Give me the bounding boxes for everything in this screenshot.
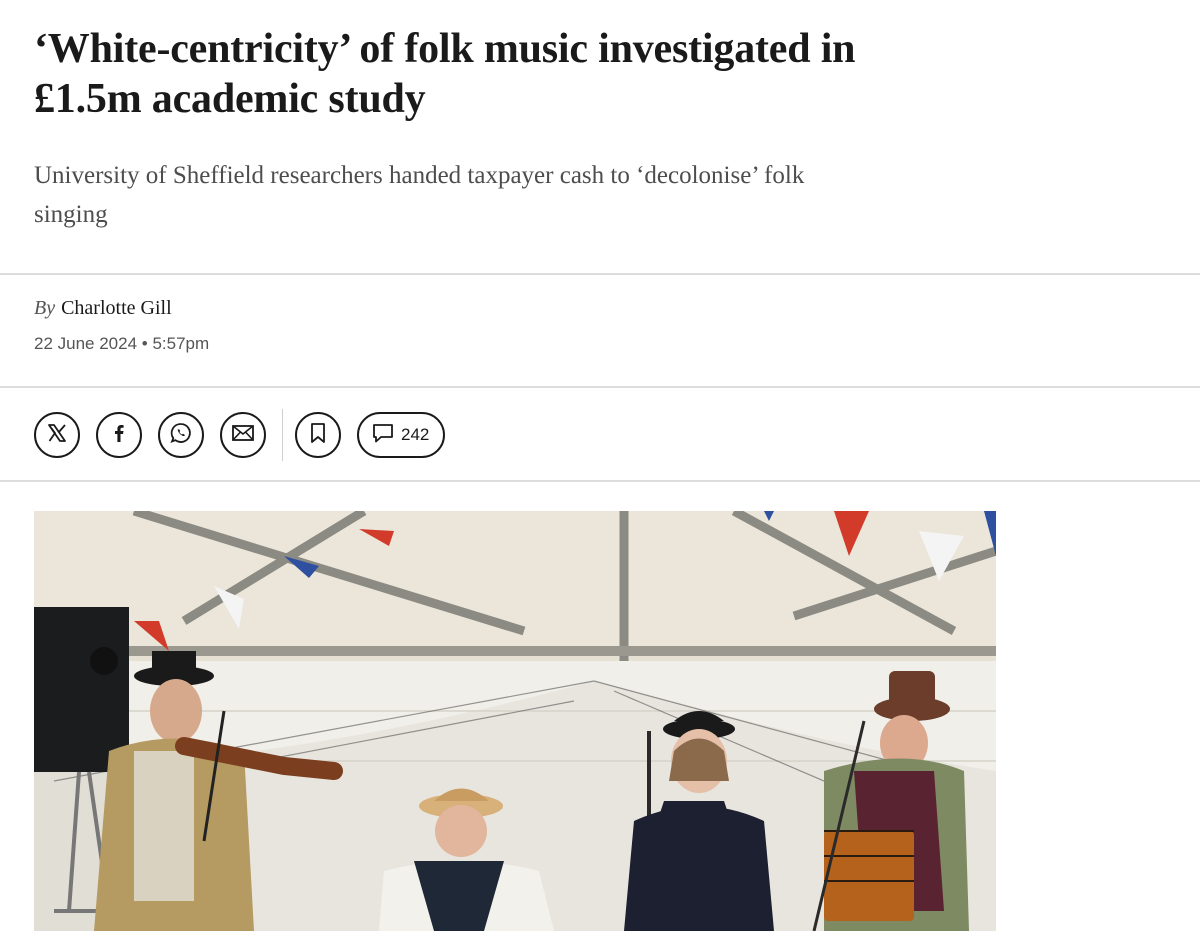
comment-icon xyxy=(371,422,395,449)
bookmark-button[interactable] xyxy=(295,412,341,458)
article-photo[interactable] xyxy=(34,511,996,931)
folk-band-photo xyxy=(34,511,996,931)
email-icon xyxy=(231,423,255,448)
share-x-button[interactable] xyxy=(34,412,80,458)
bookmark-icon xyxy=(309,422,327,449)
share-facebook-button[interactable] xyxy=(96,412,142,458)
divider-bottom xyxy=(0,480,1200,482)
share-whatsapp-button[interactable] xyxy=(158,412,204,458)
share-separator xyxy=(282,409,283,461)
divider-middle xyxy=(0,386,1200,388)
publish-date: 22 June 2024 • 5:57pm xyxy=(34,334,209,354)
article-headline: ‘White-centricity’ of folk music investi… xyxy=(34,24,994,124)
author-link[interactable]: Charlotte Gill xyxy=(61,297,172,319)
time-text: 5:57pm xyxy=(152,334,210,353)
standfirst-line-1: University of Sheffield researchers hand… xyxy=(34,162,805,189)
byline: By Charlotte Gill xyxy=(34,297,172,320)
headline-line-1: ‘White-centricity’ of folk music investi… xyxy=(34,26,856,72)
share-toolbar: 242 xyxy=(34,409,446,461)
date-text: 22 June 2024 xyxy=(34,334,138,353)
byline-prefix: By xyxy=(34,297,56,319)
comments-button[interactable]: 242 xyxy=(357,412,446,458)
date-separator: • xyxy=(141,334,148,353)
facebook-icon xyxy=(109,423,129,448)
whatsapp-icon xyxy=(169,421,193,450)
headline-line-2: £1.5m academic study xyxy=(34,76,426,122)
comment-count: 242 xyxy=(401,425,430,444)
share-email-button[interactable] xyxy=(220,412,266,458)
x-logo-icon xyxy=(47,423,67,448)
divider-top xyxy=(0,273,1200,275)
standfirst-line-2: singing xyxy=(34,201,108,228)
article-standfirst: University of Sheffield researchers hand… xyxy=(34,156,994,234)
